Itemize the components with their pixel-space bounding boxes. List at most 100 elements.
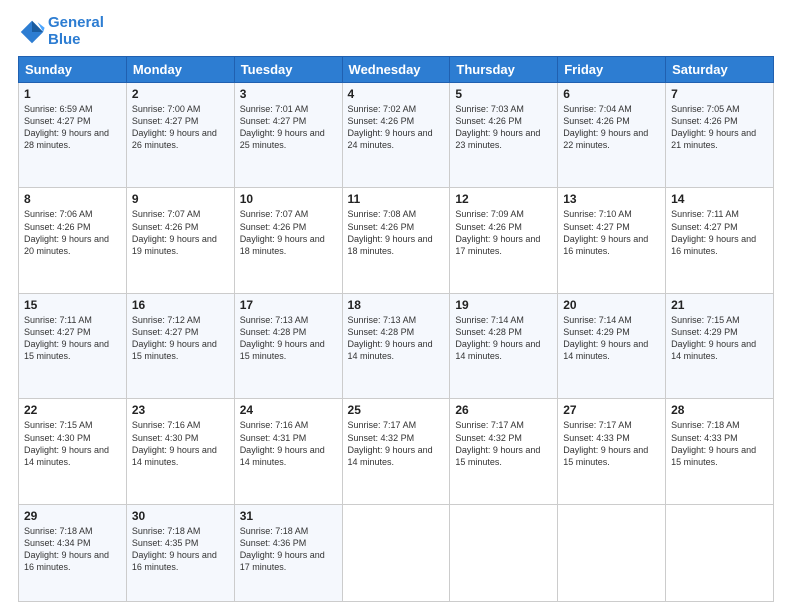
- day-number: 31: [240, 509, 337, 523]
- calendar-cell: 15 Sunrise: 7:11 AMSunset: 4:27 PMDayligh…: [19, 293, 127, 398]
- logo-line1: General: [48, 15, 104, 32]
- day-info: Sunrise: 7:17 AMSunset: 4:32 PMDaylight:…: [455, 419, 552, 468]
- day-info: Sunrise: 7:17 AMSunset: 4:33 PMDaylight:…: [563, 419, 660, 468]
- weekday-header-tuesday: Tuesday: [234, 57, 342, 83]
- calendar-cell: 4 Sunrise: 7:02 AMSunset: 4:26 PMDaylight…: [342, 83, 450, 188]
- calendar-cell: 24 Sunrise: 7:16 AMSunset: 4:31 PMDayligh…: [234, 399, 342, 504]
- calendar-cell: 6 Sunrise: 7:04 AMSunset: 4:26 PMDaylight…: [558, 83, 666, 188]
- day-info: Sunrise: 7:04 AMSunset: 4:26 PMDaylight:…: [563, 103, 660, 152]
- day-info: Sunrise: 7:08 AMSunset: 4:26 PMDaylight:…: [348, 208, 445, 257]
- day-info: Sunrise: 7:07 AMSunset: 4:26 PMDaylight:…: [132, 208, 229, 257]
- day-info: Sunrise: 7:13 AMSunset: 4:28 PMDaylight:…: [348, 314, 445, 363]
- day-number: 14: [671, 192, 768, 206]
- weekday-header-thursday: Thursday: [450, 57, 558, 83]
- calendar-table: SundayMondayTuesdayWednesdayThursdayFrid…: [18, 56, 774, 602]
- day-number: 28: [671, 403, 768, 417]
- day-number: 11: [348, 192, 445, 206]
- calendar-cell: 29 Sunrise: 7:18 AMSunset: 4:34 PMDayligh…: [19, 504, 127, 601]
- day-info: Sunrise: 7:10 AMSunset: 4:27 PMDaylight:…: [563, 208, 660, 257]
- day-info: Sunrise: 7:00 AMSunset: 4:27 PMDaylight:…: [132, 103, 229, 152]
- calendar-cell: 26Sunrise: 7:17 AMSunset: 4:32 PMDayligh…: [450, 399, 558, 504]
- day-info: Sunrise: 7:07 AMSunset: 4:26 PMDaylight:…: [240, 208, 337, 257]
- day-info: Sunrise: 7:18 AMSunset: 4:36 PMDaylight:…: [240, 525, 337, 574]
- day-number: 1: [24, 87, 121, 101]
- day-info: Sunrise: 7:15 AMSunset: 4:30 PMDaylight:…: [24, 419, 121, 468]
- day-info: Sunrise: 7:11 AMSunset: 4:27 PMDaylight:…: [671, 208, 768, 257]
- day-info: Sunrise: 7:16 AMSunset: 4:31 PMDaylight:…: [240, 419, 337, 468]
- logo-area: General Blue: [18, 15, 104, 48]
- calendar-cell: 18 Sunrise: 7:13 AMSunset: 4:28 PMDayligh…: [342, 293, 450, 398]
- calendar-cell: 3 Sunrise: 7:01 AMSunset: 4:27 PMDaylight…: [234, 83, 342, 188]
- calendar-cell: 25 Sunrise: 7:17 AMSunset: 4:32 PMDayligh…: [342, 399, 450, 504]
- calendar-cell: [666, 504, 774, 601]
- day-info: Sunrise: 7:13 AMSunset: 4:28 PMDaylight:…: [240, 314, 337, 363]
- calendar-cell: 30 Sunrise: 7:18 AMSunset: 4:35 PMDayligh…: [126, 504, 234, 601]
- day-number: 23: [132, 403, 229, 417]
- calendar-cell: 28 Sunrise: 7:18 AMSunset: 4:33 PMDayligh…: [666, 399, 774, 504]
- calendar-cell: 12Sunrise: 7:09 AMSunset: 4:26 PMDayligh…: [450, 188, 558, 293]
- day-info: Sunrise: 6:59 AMSunset: 4:27 PMDaylight:…: [24, 103, 121, 152]
- day-number: 21: [671, 298, 768, 312]
- day-number: 20: [563, 298, 660, 312]
- page: General Blue SundayMondayTuesdayWednesda…: [0, 0, 792, 612]
- calendar-cell: [450, 504, 558, 601]
- day-info: Sunrise: 7:01 AMSunset: 4:27 PMDaylight:…: [240, 103, 337, 152]
- calendar-cell: [342, 504, 450, 601]
- day-info: Sunrise: 7:03 AMSunset: 4:26 PMDaylight:…: [455, 103, 552, 152]
- day-info: Sunrise: 7:09 AMSunset: 4:26 PMDaylight:…: [455, 208, 552, 257]
- day-number: 8: [24, 192, 121, 206]
- calendar-cell: 31 Sunrise: 7:18 AMSunset: 4:36 PMDayligh…: [234, 504, 342, 601]
- calendar-cell: 2 Sunrise: 7:00 AMSunset: 4:27 PMDaylight…: [126, 83, 234, 188]
- day-number: 7: [671, 87, 768, 101]
- calendar-cell: 1 Sunrise: 6:59 AMSunset: 4:27 PMDaylight…: [19, 83, 127, 188]
- calendar-cell: 17 Sunrise: 7:13 AMSunset: 4:28 PMDayligh…: [234, 293, 342, 398]
- day-info: Sunrise: 7:11 AMSunset: 4:27 PMDaylight:…: [24, 314, 121, 363]
- calendar-cell: 27 Sunrise: 7:17 AMSunset: 4:33 PMDayligh…: [558, 399, 666, 504]
- day-info: Sunrise: 7:12 AMSunset: 4:27 PMDaylight:…: [132, 314, 229, 363]
- calendar-cell: 7Sunrise: 7:05 AMSunset: 4:26 PMDaylight…: [666, 83, 774, 188]
- day-number: 13: [563, 192, 660, 206]
- calendar-cell: 14 Sunrise: 7:11 AMSunset: 4:27 PMDayligh…: [666, 188, 774, 293]
- day-info: Sunrise: 7:18 AMSunset: 4:34 PMDaylight:…: [24, 525, 121, 574]
- day-number: 4: [348, 87, 445, 101]
- weekday-header-wednesday: Wednesday: [342, 57, 450, 83]
- day-info: Sunrise: 7:15 AMSunset: 4:29 PMDaylight:…: [671, 314, 768, 363]
- calendar-cell: 9Sunrise: 7:07 AMSunset: 4:26 PMDaylight…: [126, 188, 234, 293]
- day-info: Sunrise: 7:18 AMSunset: 4:35 PMDaylight:…: [132, 525, 229, 574]
- calendar-cell: 21 Sunrise: 7:15 AMSunset: 4:29 PMDayligh…: [666, 293, 774, 398]
- day-number: 27: [563, 403, 660, 417]
- calendar-cell: 22 Sunrise: 7:15 AMSunset: 4:30 PMDayligh…: [19, 399, 127, 504]
- logo-line2: Blue: [48, 32, 104, 49]
- day-number: 15: [24, 298, 121, 312]
- weekday-header-monday: Monday: [126, 57, 234, 83]
- day-info: Sunrise: 7:17 AMSunset: 4:32 PMDaylight:…: [348, 419, 445, 468]
- logo-icon: [18, 18, 46, 46]
- calendar-cell: 13 Sunrise: 7:10 AMSunset: 4:27 PMDayligh…: [558, 188, 666, 293]
- day-number: 16: [132, 298, 229, 312]
- calendar-cell: 16 Sunrise: 7:12 AMSunset: 4:27 PMDayligh…: [126, 293, 234, 398]
- day-info: Sunrise: 7:14 AMSunset: 4:28 PMDaylight:…: [455, 314, 552, 363]
- day-number: 25: [348, 403, 445, 417]
- day-number: 18: [348, 298, 445, 312]
- day-number: 2: [132, 87, 229, 101]
- calendar-cell: 5 Sunrise: 7:03 AMSunset: 4:26 PMDaylight…: [450, 83, 558, 188]
- day-number: 22: [24, 403, 121, 417]
- calendar-cell: 20Sunrise: 7:14 AMSunset: 4:29 PMDayligh…: [558, 293, 666, 398]
- calendar-cell: 19 Sunrise: 7:14 AMSunset: 4:28 PMDayligh…: [450, 293, 558, 398]
- day-number: 6: [563, 87, 660, 101]
- day-number: 19: [455, 298, 552, 312]
- calendar-cell: 8Sunrise: 7:06 AMSunset: 4:26 PMDaylight…: [19, 188, 127, 293]
- day-info: Sunrise: 7:02 AMSunset: 4:26 PMDaylight:…: [348, 103, 445, 152]
- day-number: 17: [240, 298, 337, 312]
- day-number: 24: [240, 403, 337, 417]
- calendar-cell: [558, 504, 666, 601]
- day-number: 10: [240, 192, 337, 206]
- day-number: 29: [24, 509, 121, 523]
- calendar-cell: 23 Sunrise: 7:16 AMSunset: 4:30 PMDayligh…: [126, 399, 234, 504]
- day-number: 3: [240, 87, 337, 101]
- weekday-header-saturday: Saturday: [666, 57, 774, 83]
- day-info: Sunrise: 7:18 AMSunset: 4:33 PMDaylight:…: [671, 419, 768, 468]
- day-number: 5: [455, 87, 552, 101]
- day-info: Sunrise: 7:16 AMSunset: 4:30 PMDaylight:…: [132, 419, 229, 468]
- day-number: 30: [132, 509, 229, 523]
